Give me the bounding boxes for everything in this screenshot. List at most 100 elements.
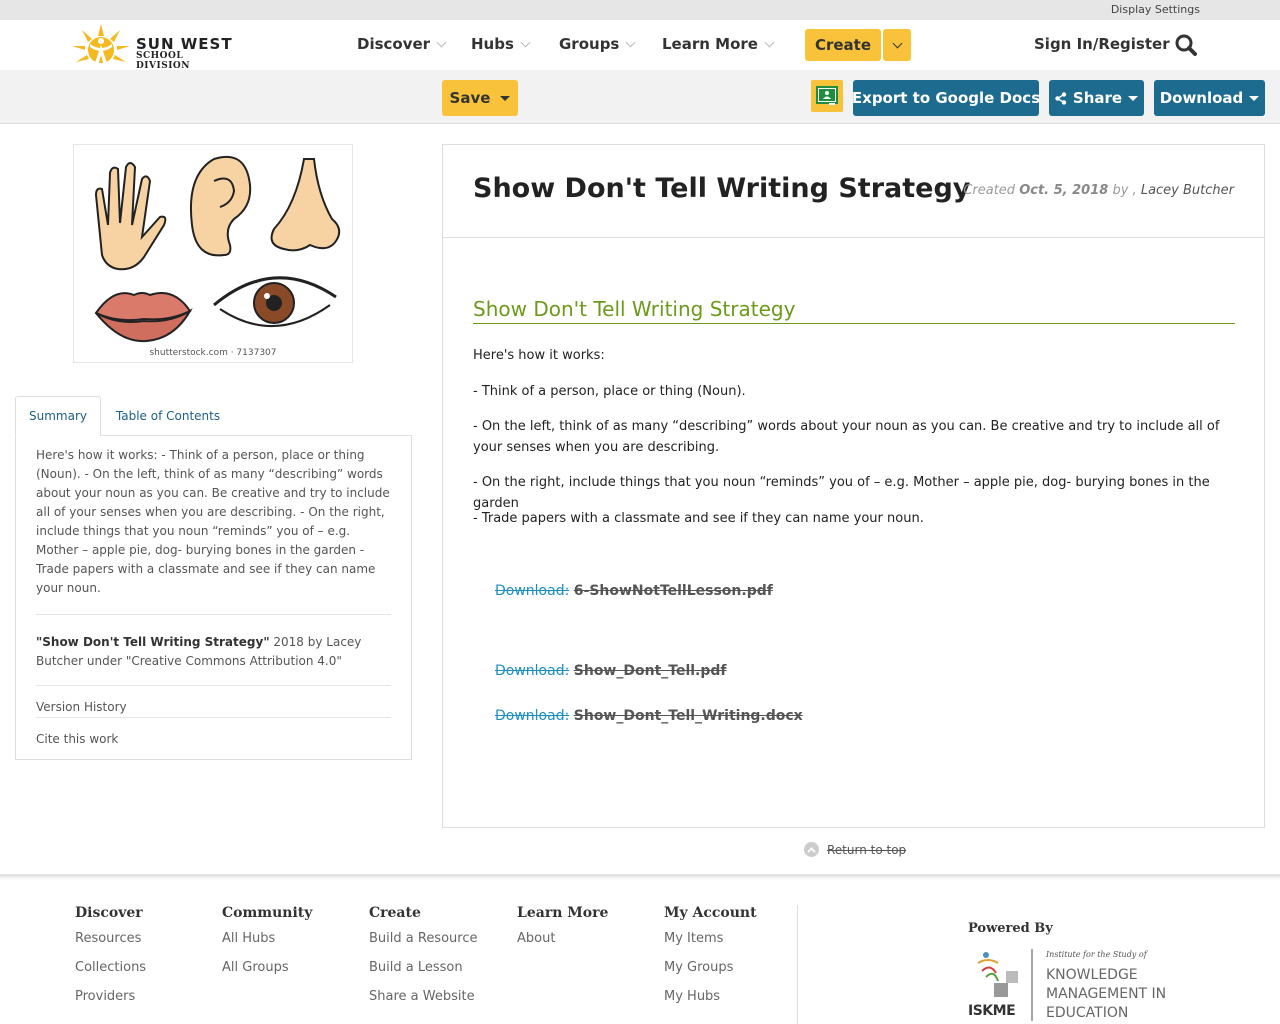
iskme-line1: KNOWLEDGE [1046, 967, 1138, 983]
sign-in-register-link[interactable]: Sign In/Register [1034, 35, 1170, 53]
download-link[interactable]: Download: Show_Dont_Tell.pdf [495, 663, 727, 679]
site-footer: Discover Resources Collections Providers… [0, 874, 1280, 1024]
download-link[interactable]: Download: Show_Dont_Tell_Writing.docx [495, 708, 803, 724]
resource-header: Show Don't Tell Writing Strategy Created… [443, 145, 1264, 238]
footer-link-all-groups[interactable]: All Groups [222, 960, 312, 989]
download-link[interactable]: Download: 6-ShowNotTellLesson.pdf [495, 583, 773, 599]
resource-meta: Created Oct. 5, 2018 by , Lacey Butcher [963, 183, 1234, 198]
tab-table-of-contents[interactable]: Table of Contents [109, 396, 227, 436]
nav-hubs-label: Hubs [471, 35, 514, 53]
nav-groups[interactable]: Groups [559, 35, 636, 53]
download-filename: 6-ShowNotTellLesson.pdf [573, 583, 773, 599]
footer-link-build-resource[interactable]: Build a Resource [369, 931, 477, 960]
footer-link-my-hubs[interactable]: My Hubs [664, 989, 757, 1018]
by-label: by , [1112, 183, 1137, 198]
footer-link-all-hubs[interactable]: All Hubs [222, 931, 312, 960]
nav-learn-more[interactable]: Learn More [662, 35, 775, 53]
footer-link-my-groups[interactable]: My Groups [664, 960, 757, 989]
share-icon [1055, 91, 1067, 105]
chevron-down-icon [892, 38, 902, 48]
caret-down-icon [1128, 95, 1139, 101]
create-button[interactable]: Create [805, 29, 881, 61]
google-classroom-icon[interactable] [811, 80, 843, 112]
footer-heading: Discover [75, 905, 143, 921]
chevron-up-icon [804, 842, 819, 857]
return-to-top-link[interactable]: Return to top [804, 842, 906, 857]
iskme-logo[interactable]: Institute for the Study of KNOWLEDGE MAN… [968, 949, 1178, 1024]
body-paragraph: - Think of a person, place or thing (Nou… [473, 384, 746, 399]
download-prefix: Download: [495, 708, 570, 724]
created-date: Oct. 5, 2018 [1019, 183, 1109, 198]
save-button[interactable]: Save [442, 80, 518, 116]
footer-col-my-account: My Account My Items My Groups My Hubs [664, 905, 757, 1018]
page-title: Show Don't Tell Writing Strategy [473, 173, 971, 204]
search-icon[interactable] [1174, 33, 1198, 57]
summary-panel: Here's how it works: - Think of a person… [15, 435, 412, 760]
utility-bar: Display Settings [0, 0, 1280, 20]
footer-col-create: Create Build a Resource Build a Lesson S… [369, 905, 477, 1018]
body-paragraph: - Trade papers with a classmate and see … [473, 511, 924, 526]
thumbnail-caption: shutterstock.com · 7137307 [149, 348, 277, 358]
chevron-down-icon [625, 37, 636, 47]
footer-link-about[interactable]: About [517, 931, 608, 960]
share-label: Share [1072, 89, 1123, 107]
resource-toolbar: Save Export to Google Docs Share Downloa… [0, 70, 1280, 124]
download-button[interactable]: Download [1154, 80, 1265, 116]
attribution-title: "Show Don't Tell Writing Strategy" [36, 635, 270, 649]
return-to-top-label: Return to top [827, 842, 907, 857]
footer-link-resources[interactable]: Resources [75, 931, 146, 960]
author-link[interactable]: Lacey Butcher [1141, 183, 1234, 198]
section-heading: Show Don't Tell Writing Strategy [473, 297, 1235, 324]
download-label: Download [1159, 89, 1244, 107]
chevron-down-icon [764, 37, 775, 47]
caret-down-icon [1249, 95, 1260, 101]
footer-link-my-items[interactable]: My Items [664, 931, 757, 960]
summary-tabs: Summary Table of Contents [15, 396, 412, 436]
five-senses-illustration [94, 155, 341, 343]
powered-by-label: Powered By [968, 921, 1053, 936]
footer-col-community: Community All Hubs All Groups [222, 905, 312, 989]
sun-west-logo[interactable]: SUN WEST SCHOOL DIVISION [70, 22, 240, 71]
body-paragraph: Here's how it works: [473, 348, 605, 363]
nav-discover[interactable]: Discover [357, 35, 447, 53]
footer-heading: My Account [664, 905, 757, 921]
nav-groups-label: Groups [559, 35, 620, 53]
nav-hubs[interactable]: Hubs [471, 35, 531, 53]
download-prefix: Download: [495, 663, 570, 679]
main-nav: SUN WEST SCHOOL DIVISION Discover Hubs G… [0, 20, 1280, 71]
download-prefix: Download: [495, 583, 570, 599]
version-history-link[interactable]: Version History [36, 685, 391, 717]
nav-discover-label: Discover [357, 35, 431, 53]
footer-link-build-lesson[interactable]: Build a Lesson [369, 960, 477, 989]
footer-heading: Create [369, 905, 421, 921]
footer-link-collections[interactable]: Collections [75, 960, 146, 989]
iskme-tagline: Institute for the Study of [1046, 950, 1147, 959]
sun-logo-icon [72, 24, 130, 66]
nav-learn-more-label: Learn More [662, 35, 758, 53]
share-button[interactable]: Share [1049, 80, 1144, 116]
cite-this-work-link[interactable]: Cite this work [36, 717, 391, 749]
iskme-line2: MANAGEMENT IN [1046, 986, 1167, 1002]
resource-thumbnail: shutterstock.com · 7137307 [73, 144, 353, 363]
footer-col-discover: Discover Resources Collections Providers [75, 905, 146, 1018]
iskme-line3: EDUCATION [1046, 1005, 1129, 1021]
summary-text: Here's how it works: - Think of a person… [36, 448, 390, 595]
attribution: "Show Don't Tell Writing Strategy" 2018 … [36, 614, 391, 671]
save-label: Save [449, 89, 491, 107]
footer-link-share-website[interactable]: Share a Website [369, 989, 477, 1018]
resource-content: Show Don't Tell Writing Strategy Created… [442, 144, 1265, 828]
tab-summary[interactable]: Summary [15, 396, 101, 436]
create-dropdown-button[interactable] [883, 29, 911, 61]
display-settings-link[interactable]: Display Settings [1111, 3, 1200, 16]
footer-col-learn-more: Learn More About [517, 905, 608, 960]
footer-heading: Community [222, 905, 313, 921]
created-label: Created [963, 183, 1016, 198]
chevron-down-icon [520, 37, 531, 47]
export-google-docs-button[interactable]: Export to Google Docs [852, 80, 1040, 116]
footer-link-providers[interactable]: Providers [75, 989, 146, 1018]
iskme-abbr: ISKME [968, 1003, 1016, 1019]
body-paragraph: - On the left, think of as many “describ… [473, 419, 1220, 455]
logo-subtitle: SCHOOL DIVISION [136, 51, 190, 71]
footer-heading: Learn More [517, 905, 609, 921]
chevron-down-icon [436, 37, 447, 47]
